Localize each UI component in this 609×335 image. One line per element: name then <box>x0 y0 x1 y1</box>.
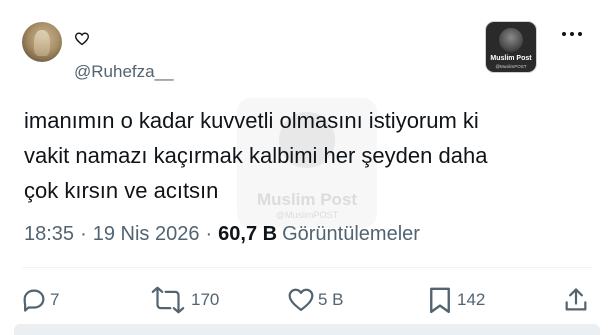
views-count: 60,7 B <box>218 222 278 245</box>
logo-name: Muslim Post <box>490 55 532 62</box>
like-count: 5 B <box>318 290 344 309</box>
tweet-text: imanımın o kadar kuvvetli olmasını istiy… <box>24 103 584 208</box>
bottom-edge <box>14 324 600 335</box>
tweet-text-line: çok kırsın ve acıtsın <box>24 178 219 203</box>
like-button[interactable]: 5 B <box>286 281 344 319</box>
retweet-count: 170 <box>191 290 220 309</box>
meta-separator: · <box>80 222 87 245</box>
bookmark-count: 142 <box>457 290 486 309</box>
retweet-button[interactable]: 170 <box>147 281 219 319</box>
divider <box>22 267 592 268</box>
share-button[interactable] <box>562 281 590 319</box>
meta-separator: · <box>205 222 213 245</box>
user-name-row[interactable] <box>74 30 90 48</box>
bookmark-icon <box>430 287 450 314</box>
heart-icon <box>74 32 90 46</box>
tweet-time[interactable]: 18:35 <box>24 223 74 246</box>
reply-icon <box>23 289 45 312</box>
watermark-handle: @MuslimPOST <box>275 210 339 220</box>
bookmark-button[interactable]: 142 <box>425 281 485 319</box>
views-label: Görüntülemeler <box>282 222 420 245</box>
tweet-date[interactable]: 19 Nis 2026 <box>93 223 200 246</box>
reply-count: 7 <box>50 290 60 309</box>
tweet-text-line: imanımın o kadar kuvvetli olmasını istiy… <box>24 108 479 133</box>
tweet-card: @Ruhefza__ Muslim Post @MuslimPOST Musli… <box>0 0 609 335</box>
retweet-icon <box>151 286 185 314</box>
muslim-post-logo: Muslim Post @MuslimPOST <box>486 22 536 72</box>
tweet-meta: 18:35 · 19 Nis 2026 · 60,7 B Görüntüleme… <box>24 220 420 248</box>
logo-portrait-icon <box>499 28 523 52</box>
user-handle[interactable]: @Ruhefza__ <box>74 62 174 82</box>
tweet-text-line: vakit namazı kaçırmak kalbimi her şeyden… <box>24 143 488 168</box>
like-icon <box>288 288 314 312</box>
more-options-icon[interactable] <box>560 28 584 40</box>
share-icon <box>565 288 587 311</box>
reply-button[interactable]: 7 <box>20 281 59 319</box>
logo-handle: @MuslimPOST <box>495 64 527 69</box>
avatar[interactable] <box>22 22 62 62</box>
action-bar: 7 170 5 B 142 <box>0 281 609 319</box>
